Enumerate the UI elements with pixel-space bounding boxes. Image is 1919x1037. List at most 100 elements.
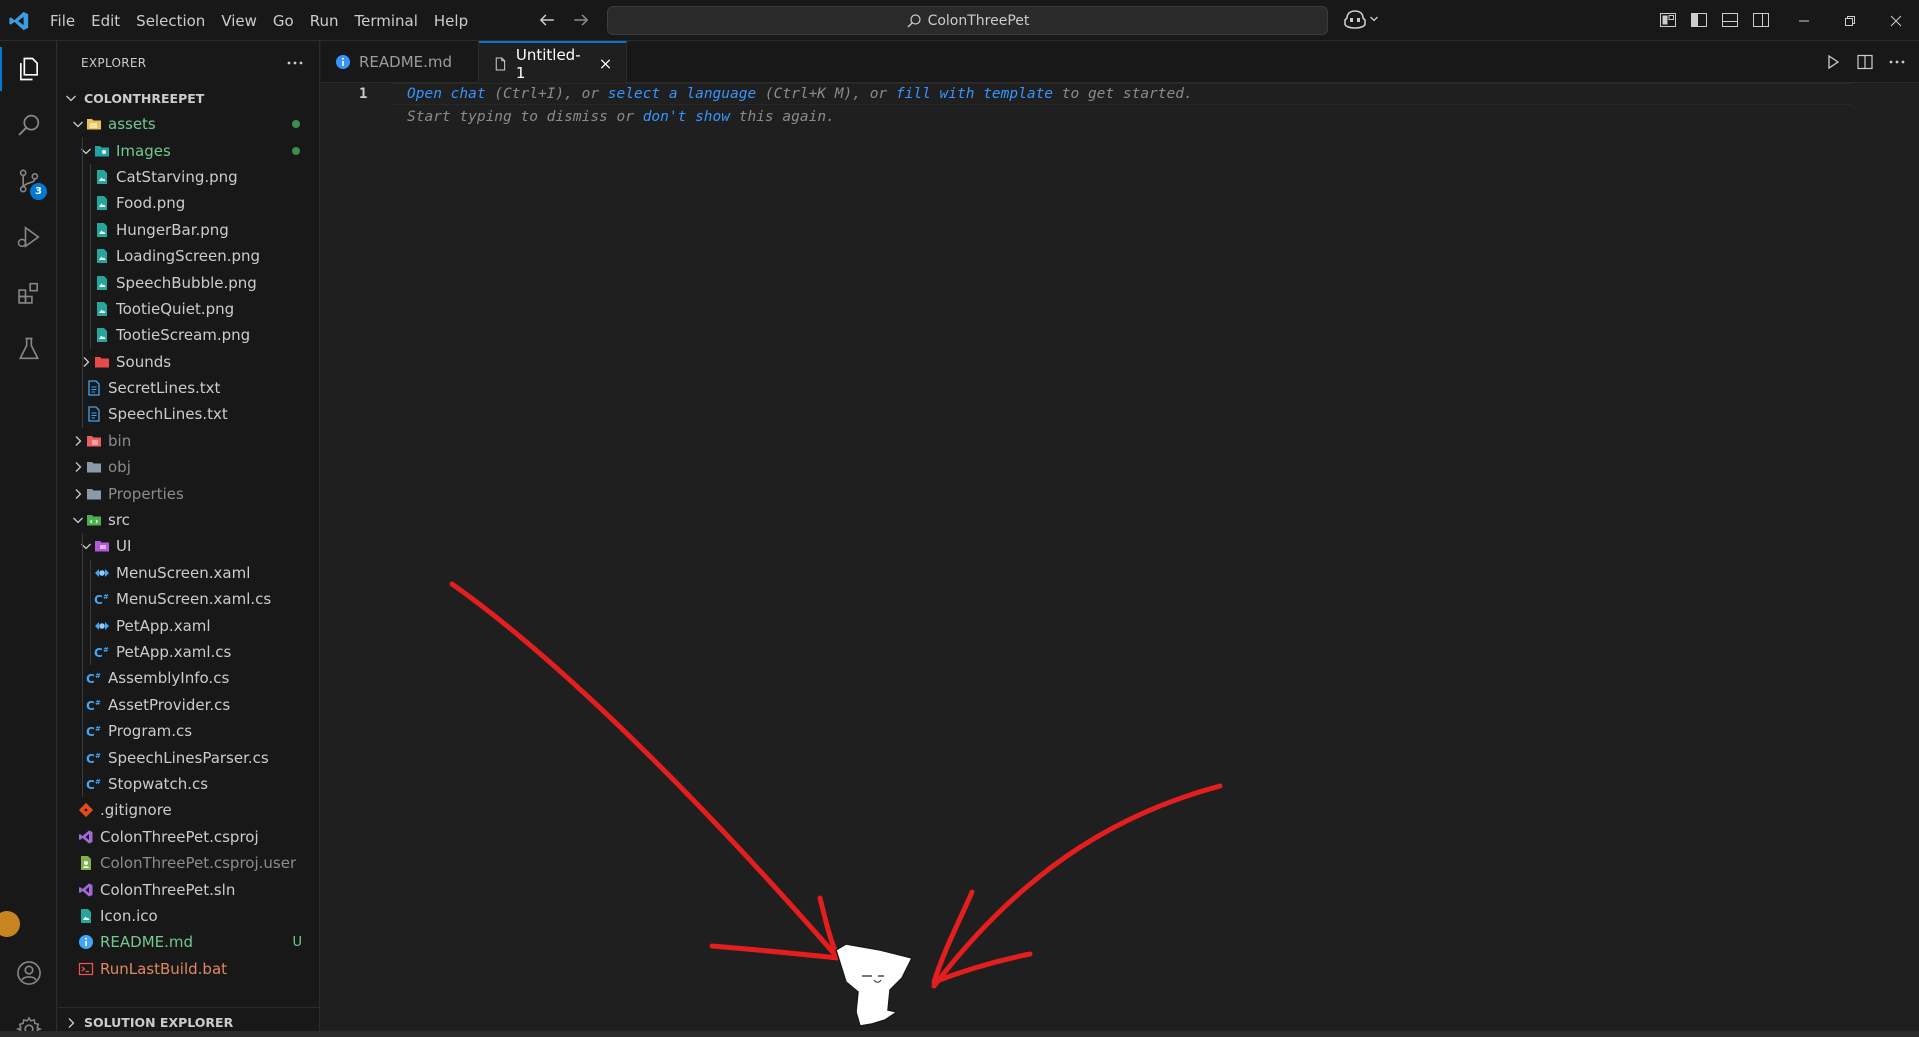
tree-file[interactable]: C # PetApp.xaml.cs xyxy=(58,638,320,666)
chevron-down-icon xyxy=(70,116,86,132)
open-chat-link[interactable]: Open chat xyxy=(407,86,486,102)
tree-file[interactable]: C # Stopwatch.cs xyxy=(58,770,320,798)
forward-arrow-icon[interactable] xyxy=(570,8,592,32)
tab-readme[interactable]: README.md xyxy=(321,41,479,83)
testing-flask-icon[interactable] xyxy=(0,321,57,377)
tree-file[interactable]: SpeechLines.txt xyxy=(58,401,320,428)
tree-item-label: TootieQuiet.png xyxy=(116,299,235,318)
tree-file[interactable]: README.md U xyxy=(58,929,320,955)
menu-edit[interactable]: Edit xyxy=(83,7,128,35)
tree-file[interactable]: ColonThreePet.csproj.user xyxy=(58,850,320,876)
indent-guide xyxy=(90,322,91,349)
menu-selection[interactable]: Selection xyxy=(128,7,213,35)
tree-folder[interactable]: src xyxy=(58,507,320,533)
menu-go[interactable]: Go xyxy=(265,7,302,35)
image-file-icon xyxy=(94,248,110,264)
chevron-right-icon xyxy=(70,433,86,449)
menu-file[interactable]: File xyxy=(42,7,83,35)
indent-guide xyxy=(90,216,91,243)
tree-file[interactable]: C # MenuScreen.xaml.cs xyxy=(58,586,320,613)
editor-actions xyxy=(1823,52,1907,72)
tree-file[interactable]: TootieQuiet.png xyxy=(58,295,320,323)
source-control-icon[interactable]: 3 xyxy=(0,153,57,209)
toggle-panel-icon[interactable] xyxy=(1720,10,1740,30)
tree-file[interactable]: C # Program.cs xyxy=(58,717,320,745)
tree-folder[interactable]: Properties xyxy=(58,480,320,506)
svg-text:C: C xyxy=(86,672,95,686)
command-center-search[interactable]: ColonThreePet xyxy=(607,6,1328,35)
back-arrow-icon[interactable] xyxy=(536,8,558,32)
split-editor-icon[interactable] xyxy=(1855,52,1875,72)
tree-item-label: HungerBar.png xyxy=(116,220,229,239)
indent-guide xyxy=(82,137,83,164)
tree-folder[interactable]: UI xyxy=(58,533,320,560)
search-icon[interactable] xyxy=(0,97,57,153)
menu-run[interactable]: Run xyxy=(302,7,347,35)
tree-item-label: Icon.ico xyxy=(100,906,158,925)
tree-file[interactable]: ColonThreePet.csproj xyxy=(58,824,320,850)
tree-folder[interactable]: Sounds xyxy=(58,348,320,375)
tree-item-label: AssetProvider.cs xyxy=(108,695,231,714)
csharp-file-icon: C # xyxy=(94,591,110,607)
toggle-secondary-sidebar-icon[interactable] xyxy=(1751,10,1771,30)
indent-guide xyxy=(82,401,83,428)
tree-folder[interactable]: obj xyxy=(58,454,320,480)
copilot-button[interactable] xyxy=(1343,9,1379,29)
tree-item-label: LoadingScreen.png xyxy=(116,247,261,266)
menu-terminal[interactable]: Terminal xyxy=(347,7,426,35)
fill-template-link[interactable]: fill with template xyxy=(896,86,1053,102)
tree-file[interactable]: HungerBar.png xyxy=(58,216,320,243)
tree-file[interactable]: CatStarving.png xyxy=(58,163,320,191)
more-actions-icon[interactable] xyxy=(1887,52,1907,72)
tree-folder[interactable]: bin xyxy=(58,428,320,454)
run-icon[interactable] xyxy=(1823,52,1843,72)
file-icon xyxy=(495,56,506,71)
close-icon[interactable] xyxy=(599,57,612,71)
indent-guide xyxy=(82,190,83,217)
tree-file[interactable]: RunLastBuild.bat xyxy=(58,956,320,982)
tree-file[interactable]: C # AssetProvider.cs xyxy=(58,691,320,718)
tree-file[interactable]: Food.png xyxy=(58,190,320,217)
restore-icon[interactable] xyxy=(1827,0,1873,41)
chevron-down-icon xyxy=(1370,16,1378,22)
tree-file[interactable]: Icon.ico xyxy=(58,903,320,929)
dont-show-link[interactable]: don't show xyxy=(643,109,730,125)
tree-folder[interactable]: assets xyxy=(58,111,320,137)
tree-file[interactable]: TootieScream.png xyxy=(58,322,320,349)
extension-status-icon[interactable] xyxy=(0,911,20,937)
tree-file[interactable]: .gitignore xyxy=(58,797,320,823)
customize-layout-icon[interactable] xyxy=(1658,10,1678,30)
minimize-icon[interactable] xyxy=(1781,0,1827,41)
indent-guide xyxy=(90,163,91,191)
select-language-link[interactable]: select a language xyxy=(608,86,756,102)
horizontal-scrollbar[interactable] xyxy=(0,1031,1919,1037)
tree-file[interactable]: LoadingScreen.png xyxy=(58,242,320,270)
more-actions-icon[interactable] xyxy=(285,53,305,73)
folder-assets-icon xyxy=(86,116,102,132)
tree-item-label: obj xyxy=(108,458,131,477)
menu-view[interactable]: View xyxy=(213,7,265,35)
image-file-icon xyxy=(94,275,110,291)
run-debug-icon[interactable] xyxy=(0,209,57,265)
editor-area[interactable]: 1 Open chat (Ctrl+I), or select a langua… xyxy=(321,83,1919,1037)
tree-item-label: TootieScream.png xyxy=(116,326,251,345)
indent-guide xyxy=(82,242,83,270)
image-file-icon xyxy=(94,169,110,185)
close-window-icon[interactable] xyxy=(1873,0,1919,41)
tree-file[interactable]: C # SpeechLinesParser.cs xyxy=(58,744,320,771)
tree-file[interactable]: PetApp.xaml xyxy=(58,612,320,639)
accounts-icon[interactable] xyxy=(0,945,57,1001)
tree-file[interactable]: SpeechBubble.png xyxy=(58,269,320,296)
workspace-root-header[interactable]: COLONTHREEPET xyxy=(58,85,320,111)
extensions-icon[interactable] xyxy=(0,265,57,321)
explorer-icon[interactable] xyxy=(0,41,57,97)
tree-file[interactable]: SecretLines.txt xyxy=(58,374,320,402)
tab-untitled-1[interactable]: Untitled-1 xyxy=(479,41,627,84)
tree-file[interactable]: C # AssemblyInfo.cs xyxy=(58,665,320,692)
editor-hint-line-1: Open chat (Ctrl+I), or select a language… xyxy=(407,86,1193,102)
tree-file[interactable]: ColonThreePet.sln xyxy=(58,876,320,902)
menu-help[interactable]: Help xyxy=(426,7,476,35)
tree-file[interactable]: MenuScreen.xaml xyxy=(58,559,320,587)
tree-folder[interactable]: Images xyxy=(58,137,320,164)
toggle-primary-sidebar-icon[interactable] xyxy=(1689,10,1709,30)
